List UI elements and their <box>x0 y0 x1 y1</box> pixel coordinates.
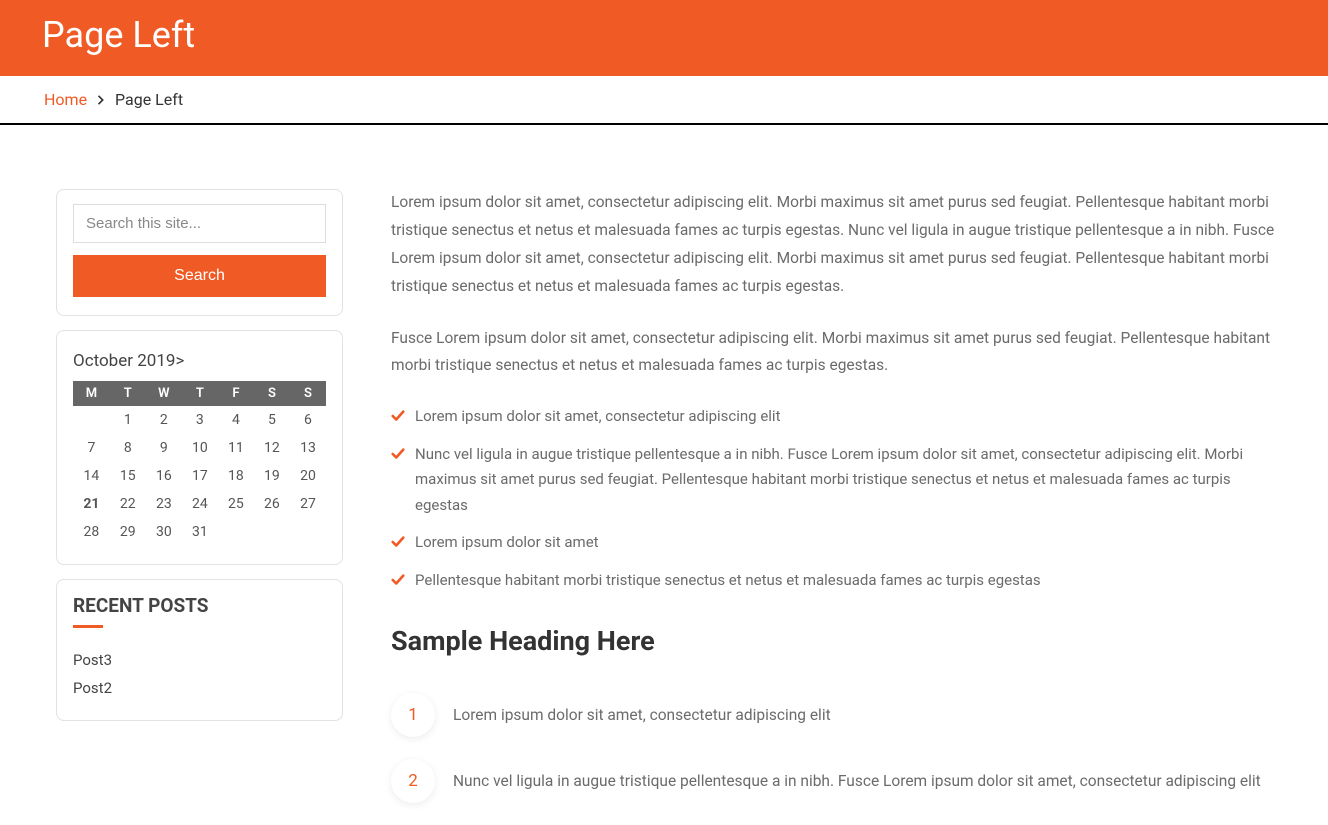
breadcrumb-current: Page Left <box>115 90 183 109</box>
check-item-text: Lorem ipsum dolor sit amet <box>415 533 599 551</box>
calendar-day[interactable]: 7 <box>73 434 110 462</box>
calendar-day[interactable]: 20 <box>290 462 326 490</box>
calendar-dow: M <box>73 381 110 406</box>
calendar-day[interactable]: 19 <box>254 462 290 490</box>
calendar-day[interactable]: 17 <box>182 462 218 490</box>
breadcrumb-home-link[interactable]: Home <box>44 90 87 109</box>
calendar-widget: October 2019> MTWTFSS 123456789101112131… <box>56 330 343 565</box>
calendar-day[interactable]: 10 <box>182 434 218 462</box>
calendar-day[interactable]: 4 <box>218 406 254 434</box>
calendar-day[interactable]: 22 <box>110 490 146 518</box>
calendar-day[interactable]: 1 <box>110 406 146 434</box>
calendar-day[interactable]: 6 <box>290 406 326 434</box>
numbered-list-item: 2 Nunc vel ligula in augue tristique pell… <box>391 759 1284 803</box>
chevron-right-icon <box>97 93 105 109</box>
calendar-day[interactable]: 23 <box>146 490 182 518</box>
calendar-day[interactable]: 2 <box>146 406 182 434</box>
breadcrumb: Home Page Left <box>0 76 1328 125</box>
calendar-day[interactable]: 30 <box>146 518 182 546</box>
calendar-dow: F <box>218 381 254 406</box>
numbered-item-text: Nunc vel ligula in augue tristique pelle… <box>453 769 1261 794</box>
recent-post-link[interactable]: Post3 <box>73 646 326 674</box>
calendar-caption: October 2019> <box>73 345 326 381</box>
calendar-dow: S <box>290 381 326 406</box>
check-item-text: Lorem ipsum dolor sit amet, consectetur … <box>415 407 781 425</box>
page-title: Page Left <box>42 14 1286 56</box>
calendar-day[interactable]: 28 <box>73 518 110 546</box>
sidebar: Search October 2019> MTWTFSS 12345678910… <box>56 189 343 825</box>
sample-heading: Sample Heading Here <box>391 625 1284 657</box>
calendar-table: MTWTFSS 12345678910111213141516171819202… <box>73 381 326 546</box>
number-circle: 2 <box>391 759 435 803</box>
calendar-dow: T <box>182 381 218 406</box>
search-input[interactable] <box>73 204 326 243</box>
numbered-list-item: 1 Lorem ipsum dolor sit amet, consectetur… <box>391 693 1284 737</box>
calendar-day[interactable]: 8 <box>110 434 146 462</box>
header-band: Page Left <box>0 0 1328 76</box>
recent-post-link[interactable]: Post2 <box>73 674 326 702</box>
check-item-text: Nunc vel ligula in augue tristique pelle… <box>415 445 1243 514</box>
search-button[interactable]: Search <box>73 255 326 297</box>
numbered-item-text: Lorem ipsum dolor sit amet, consectetur … <box>453 703 831 728</box>
number-circle: 1 <box>391 693 435 737</box>
numbered-list: 1 Lorem ipsum dolor sit amet, consectetur… <box>391 693 1284 803</box>
calendar-day[interactable]: 9 <box>146 434 182 462</box>
title-underline <box>73 625 103 628</box>
check-item-text: Pellentesque habitant morbi tristique se… <box>415 571 1041 589</box>
main-content: Lorem ipsum dolor sit amet, consectetur … <box>391 189 1284 825</box>
calendar-dow: T <box>110 381 146 406</box>
check-icon <box>391 406 405 432</box>
calendar-day <box>73 406 110 434</box>
check-list-item: Lorem ipsum dolor sit amet, consectetur … <box>391 404 1284 430</box>
check-list-item: Lorem ipsum dolor sit amet <box>391 530 1284 556</box>
calendar-day[interactable]: 3 <box>182 406 218 434</box>
calendar-day <box>254 518 290 546</box>
calendar-day[interactable]: 11 <box>218 434 254 462</box>
check-icon <box>391 570 405 596</box>
recent-posts-widget: RECENT POSTS Post3Post2 <box>56 579 343 721</box>
calendar-day[interactable]: 14 <box>73 462 110 490</box>
calendar-day[interactable]: 31 <box>182 518 218 546</box>
calendar-day[interactable]: 29 <box>110 518 146 546</box>
check-icon <box>391 532 405 558</box>
calendar-day[interactable]: 27 <box>290 490 326 518</box>
recent-posts-title: RECENT POSTS <box>73 594 326 617</box>
calendar-day[interactable]: 15 <box>110 462 146 490</box>
calendar-day[interactable]: 24 <box>182 490 218 518</box>
calendar-day[interactable]: 12 <box>254 434 290 462</box>
calendar-dow: W <box>146 381 182 406</box>
calendar-day[interactable]: 13 <box>290 434 326 462</box>
check-list-item: Pellentesque habitant morbi tristique se… <box>391 568 1284 594</box>
check-list: Lorem ipsum dolor sit amet, consectetur … <box>391 404 1284 593</box>
calendar-dow: S <box>254 381 290 406</box>
intro-paragraph-1: Lorem ipsum dolor sit amet, consectetur … <box>391 189 1284 301</box>
check-list-item: Nunc vel ligula in augue tristique pelle… <box>391 442 1284 519</box>
calendar-day <box>218 518 254 546</box>
check-icon <box>391 444 405 470</box>
calendar-day[interactable]: 21 <box>73 490 110 518</box>
calendar-day <box>290 518 326 546</box>
calendar-day[interactable]: 26 <box>254 490 290 518</box>
calendar-day[interactable]: 16 <box>146 462 182 490</box>
calendar-day[interactable]: 25 <box>218 490 254 518</box>
intro-paragraph-2: Fusce Lorem ipsum dolor sit amet, consec… <box>391 325 1284 381</box>
search-widget: Search <box>56 189 343 316</box>
calendar-day[interactable]: 5 <box>254 406 290 434</box>
calendar-day[interactable]: 18 <box>218 462 254 490</box>
